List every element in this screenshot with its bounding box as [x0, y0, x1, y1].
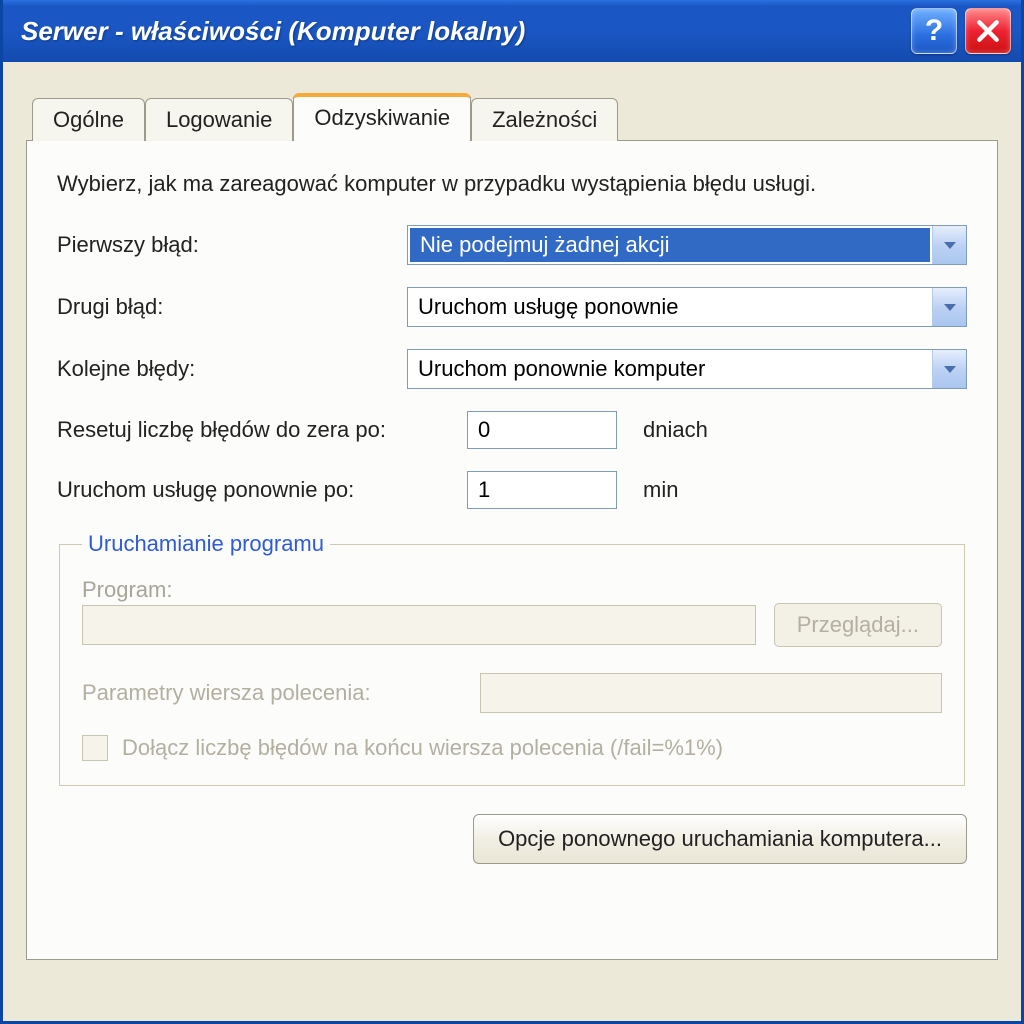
tab-recovery[interactable]: Odzyskiwanie	[293, 93, 471, 141]
reset-count-label: Resetuj liczbę błędów do zera po:	[57, 417, 467, 443]
second-failure-dropdown-button[interactable]	[932, 288, 966, 326]
reset-count-input[interactable]	[467, 411, 617, 449]
command-params-input	[480, 673, 942, 713]
program-path-input	[82, 605, 756, 645]
restart-after-input[interactable]	[467, 471, 617, 509]
tab-general[interactable]: Ogólne	[32, 98, 145, 141]
first-failure-label: Pierwszy błąd:	[57, 232, 407, 258]
run-program-group: Uruchamianie programu Program: Przegląda…	[59, 531, 965, 786]
tab-logon[interactable]: Logowanie	[145, 98, 293, 141]
recovery-description: Wybierz, jak ma zareagować komputer w pr…	[57, 171, 967, 197]
run-program-legend: Uruchamianie programu	[82, 531, 330, 557]
restart-options-button[interactable]: Opcje ponownego uruchamiania komputera..…	[473, 814, 967, 864]
subsequent-failures-value: Uruchom ponownie komputer	[408, 350, 932, 388]
tabstrip: Ogólne Logowanie Odzyskiwanie Zależności	[32, 92, 998, 140]
second-failure-value: Uruchom usługę ponownie	[408, 288, 932, 326]
close-icon	[975, 18, 1001, 44]
command-params-label: Parametry wiersza polecenia:	[82, 680, 462, 706]
subsequent-failures-dropdown-button[interactable]	[932, 350, 966, 388]
restart-after-label: Uruchom usługę ponownie po:	[57, 477, 467, 503]
append-fail-count-label: Dołącz liczbę błędów na końcu wiersza po…	[122, 735, 723, 761]
tab-panel-recovery: Wybierz, jak ma zareagować komputer w pr…	[26, 140, 998, 960]
chevron-down-icon	[942, 239, 958, 251]
second-failure-combo[interactable]: Uruchom usługę ponownie	[407, 287, 967, 327]
reset-count-unit: dniach	[643, 417, 708, 443]
program-label: Program:	[82, 577, 942, 603]
window-title: Serwer - właściwości (Komputer lokalny)	[21, 16, 903, 47]
chevron-down-icon	[942, 301, 958, 313]
browse-button: Przeglądaj...	[774, 603, 942, 647]
subsequent-failures-label: Kolejne błędy:	[57, 356, 407, 382]
second-failure-label: Drugi błąd:	[57, 294, 407, 320]
question-icon: ?	[925, 14, 943, 48]
append-fail-count-checkbox	[82, 735, 108, 761]
titlebar[interactable]: Serwer - właściwości (Komputer lokalny) …	[3, 0, 1021, 62]
chevron-down-icon	[942, 363, 958, 375]
properties-dialog: Serwer - właściwości (Komputer lokalny) …	[0, 0, 1024, 1024]
first-failure-combo[interactable]: Nie podejmuj żadnej akcji	[407, 225, 967, 265]
first-failure-dropdown-button[interactable]	[932, 226, 966, 264]
restart-after-unit: min	[643, 477, 678, 503]
client-area: Ogólne Logowanie Odzyskiwanie Zależności…	[6, 62, 1018, 1018]
close-button[interactable]	[965, 8, 1011, 54]
tab-dependencies[interactable]: Zależności	[471, 98, 618, 141]
subsequent-failures-combo[interactable]: Uruchom ponownie komputer	[407, 349, 967, 389]
first-failure-value: Nie podejmuj żadnej akcji	[410, 228, 930, 262]
help-button[interactable]: ?	[911, 8, 957, 54]
